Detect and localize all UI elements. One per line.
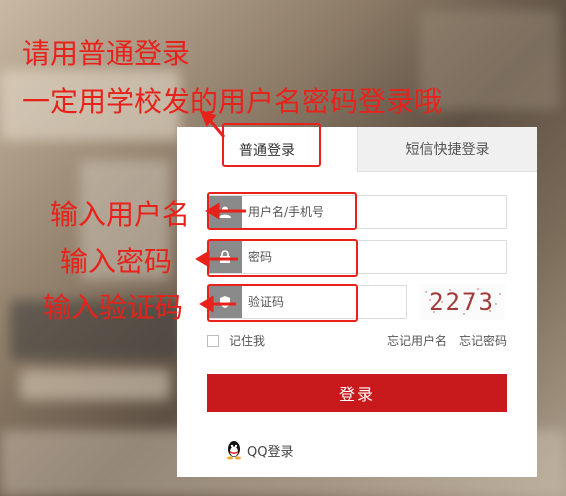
arrow-head-username (205, 202, 220, 220)
arrow-head-captcha (199, 295, 214, 313)
arrow-head-password (195, 250, 210, 268)
annotation-arrows (195, 109, 246, 313)
